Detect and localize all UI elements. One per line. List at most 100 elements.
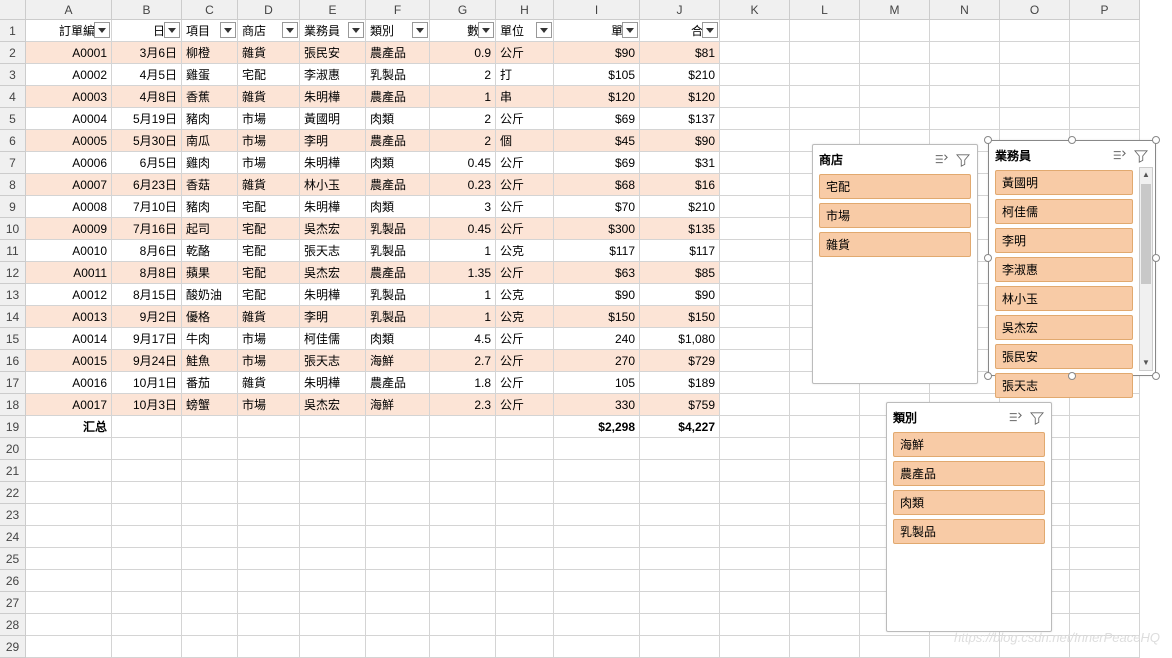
cell[interactable]	[554, 482, 640, 504]
table-cell[interactable]: $759	[640, 394, 720, 416]
cell[interactable]	[720, 196, 790, 218]
cell[interactable]	[1070, 86, 1140, 108]
table-cell[interactable]: 1	[430, 306, 496, 328]
cell[interactable]	[1000, 108, 1070, 130]
table-cell[interactable]: $90	[640, 130, 720, 152]
cell[interactable]	[26, 460, 112, 482]
row-header-9[interactable]: 9	[0, 196, 26, 218]
cell[interactable]	[720, 416, 790, 438]
cell[interactable]	[720, 108, 790, 130]
cell[interactable]	[860, 636, 930, 658]
table-cell[interactable]: $70	[554, 196, 640, 218]
table-cell[interactable]: A0013	[26, 306, 112, 328]
slicer-item[interactable]: 李淑惠	[995, 257, 1133, 282]
cell[interactable]	[1070, 460, 1140, 482]
slicer-item[interactable]: 李明	[995, 228, 1133, 253]
cell[interactable]	[720, 218, 790, 240]
cell[interactable]	[640, 438, 720, 460]
table-cell[interactable]: 公斤	[496, 196, 554, 218]
row-header-28[interactable]: 28	[0, 614, 26, 636]
cell[interactable]	[720, 240, 790, 262]
cell[interactable]	[238, 614, 300, 636]
table-cell[interactable]: 林小玉	[300, 174, 366, 196]
cell[interactable]	[430, 504, 496, 526]
table-cell[interactable]: 吳杰宏	[300, 218, 366, 240]
cell[interactable]	[1070, 482, 1140, 504]
cell[interactable]	[790, 504, 860, 526]
cell[interactable]	[640, 548, 720, 570]
table-cell[interactable]: 240	[554, 328, 640, 350]
cell[interactable]	[720, 570, 790, 592]
table-cell[interactable]: A0005	[26, 130, 112, 152]
table-cell[interactable]: 4月8日	[112, 86, 182, 108]
table-cell[interactable]: A0007	[26, 174, 112, 196]
cell[interactable]	[860, 20, 930, 42]
table-cell[interactable]: 海鮮	[366, 350, 430, 372]
cell[interactable]	[790, 526, 860, 548]
cell[interactable]	[720, 42, 790, 64]
selection-handle[interactable]	[984, 136, 992, 144]
table-cell[interactable]: 雜貨	[238, 306, 300, 328]
table-cell[interactable]: 105	[554, 372, 640, 394]
total-cell[interactable]: $4,227	[640, 416, 720, 438]
table-cell[interactable]: 雜貨	[238, 42, 300, 64]
row-header-13[interactable]: 13	[0, 284, 26, 306]
col-header-K[interactable]: K	[720, 0, 790, 20]
cell[interactable]	[720, 394, 790, 416]
table-cell[interactable]: 6月23日	[112, 174, 182, 196]
cell[interactable]	[720, 460, 790, 482]
table-cell[interactable]: 公克	[496, 306, 554, 328]
cell[interactable]	[790, 636, 860, 658]
table-cell[interactable]: $16	[640, 174, 720, 196]
table-cell[interactable]: 市場	[238, 152, 300, 174]
filter-dropdown-icon[interactable]	[164, 22, 180, 38]
table-cell[interactable]: 宅配	[238, 218, 300, 240]
row-header-5[interactable]: 5	[0, 108, 26, 130]
cell[interactable]	[496, 438, 554, 460]
cell[interactable]	[640, 460, 720, 482]
cell[interactable]	[26, 438, 112, 460]
cell[interactable]	[1000, 86, 1070, 108]
table-cell[interactable]: 豬肉	[182, 108, 238, 130]
row-header-15[interactable]: 15	[0, 328, 26, 350]
table-cell[interactable]: 公斤	[496, 218, 554, 240]
selection-handle[interactable]	[1068, 136, 1076, 144]
cell[interactable]	[366, 570, 430, 592]
row-header-29[interactable]: 29	[0, 636, 26, 658]
cell[interactable]	[720, 306, 790, 328]
table-cell[interactable]: 7月10日	[112, 196, 182, 218]
slicer-item[interactable]: 宅配	[819, 174, 971, 199]
cell[interactable]	[366, 460, 430, 482]
cell[interactable]	[790, 548, 860, 570]
cell[interactable]	[366, 438, 430, 460]
table-header-4[interactable]: 業務員	[300, 20, 366, 42]
col-header-A[interactable]: A	[26, 0, 112, 20]
table-cell[interactable]: $90	[640, 284, 720, 306]
table-cell[interactable]: 公斤	[496, 350, 554, 372]
selection-handle[interactable]	[1068, 372, 1076, 380]
table-cell[interactable]: 6月5日	[112, 152, 182, 174]
cell[interactable]	[430, 460, 496, 482]
cell[interactable]	[860, 86, 930, 108]
row-header-3[interactable]: 3	[0, 64, 26, 86]
cell[interactable]	[790, 460, 860, 482]
row-header-2[interactable]: 2	[0, 42, 26, 64]
table-cell[interactable]: 1.35	[430, 262, 496, 284]
table-cell[interactable]: A0003	[26, 86, 112, 108]
cell[interactable]	[430, 438, 496, 460]
cell[interactable]	[720, 526, 790, 548]
filter-dropdown-icon[interactable]	[348, 22, 364, 38]
table-header-1[interactable]: 日期	[112, 20, 182, 42]
cell[interactable]	[860, 64, 930, 86]
table-cell[interactable]: 雞肉	[182, 152, 238, 174]
row-header-8[interactable]: 8	[0, 174, 26, 196]
table-cell[interactable]: 朱明樺	[300, 284, 366, 306]
slicer-item[interactable]: 雜貨	[819, 232, 971, 257]
table-cell[interactable]: 2.7	[430, 350, 496, 372]
table-cell[interactable]: 4.5	[430, 328, 496, 350]
table-cell[interactable]: 肉類	[366, 152, 430, 174]
table-cell[interactable]: $90	[554, 42, 640, 64]
table-cell[interactable]: 公斤	[496, 394, 554, 416]
table-cell[interactable]: 9月17日	[112, 328, 182, 350]
table-cell[interactable]: 8月15日	[112, 284, 182, 306]
